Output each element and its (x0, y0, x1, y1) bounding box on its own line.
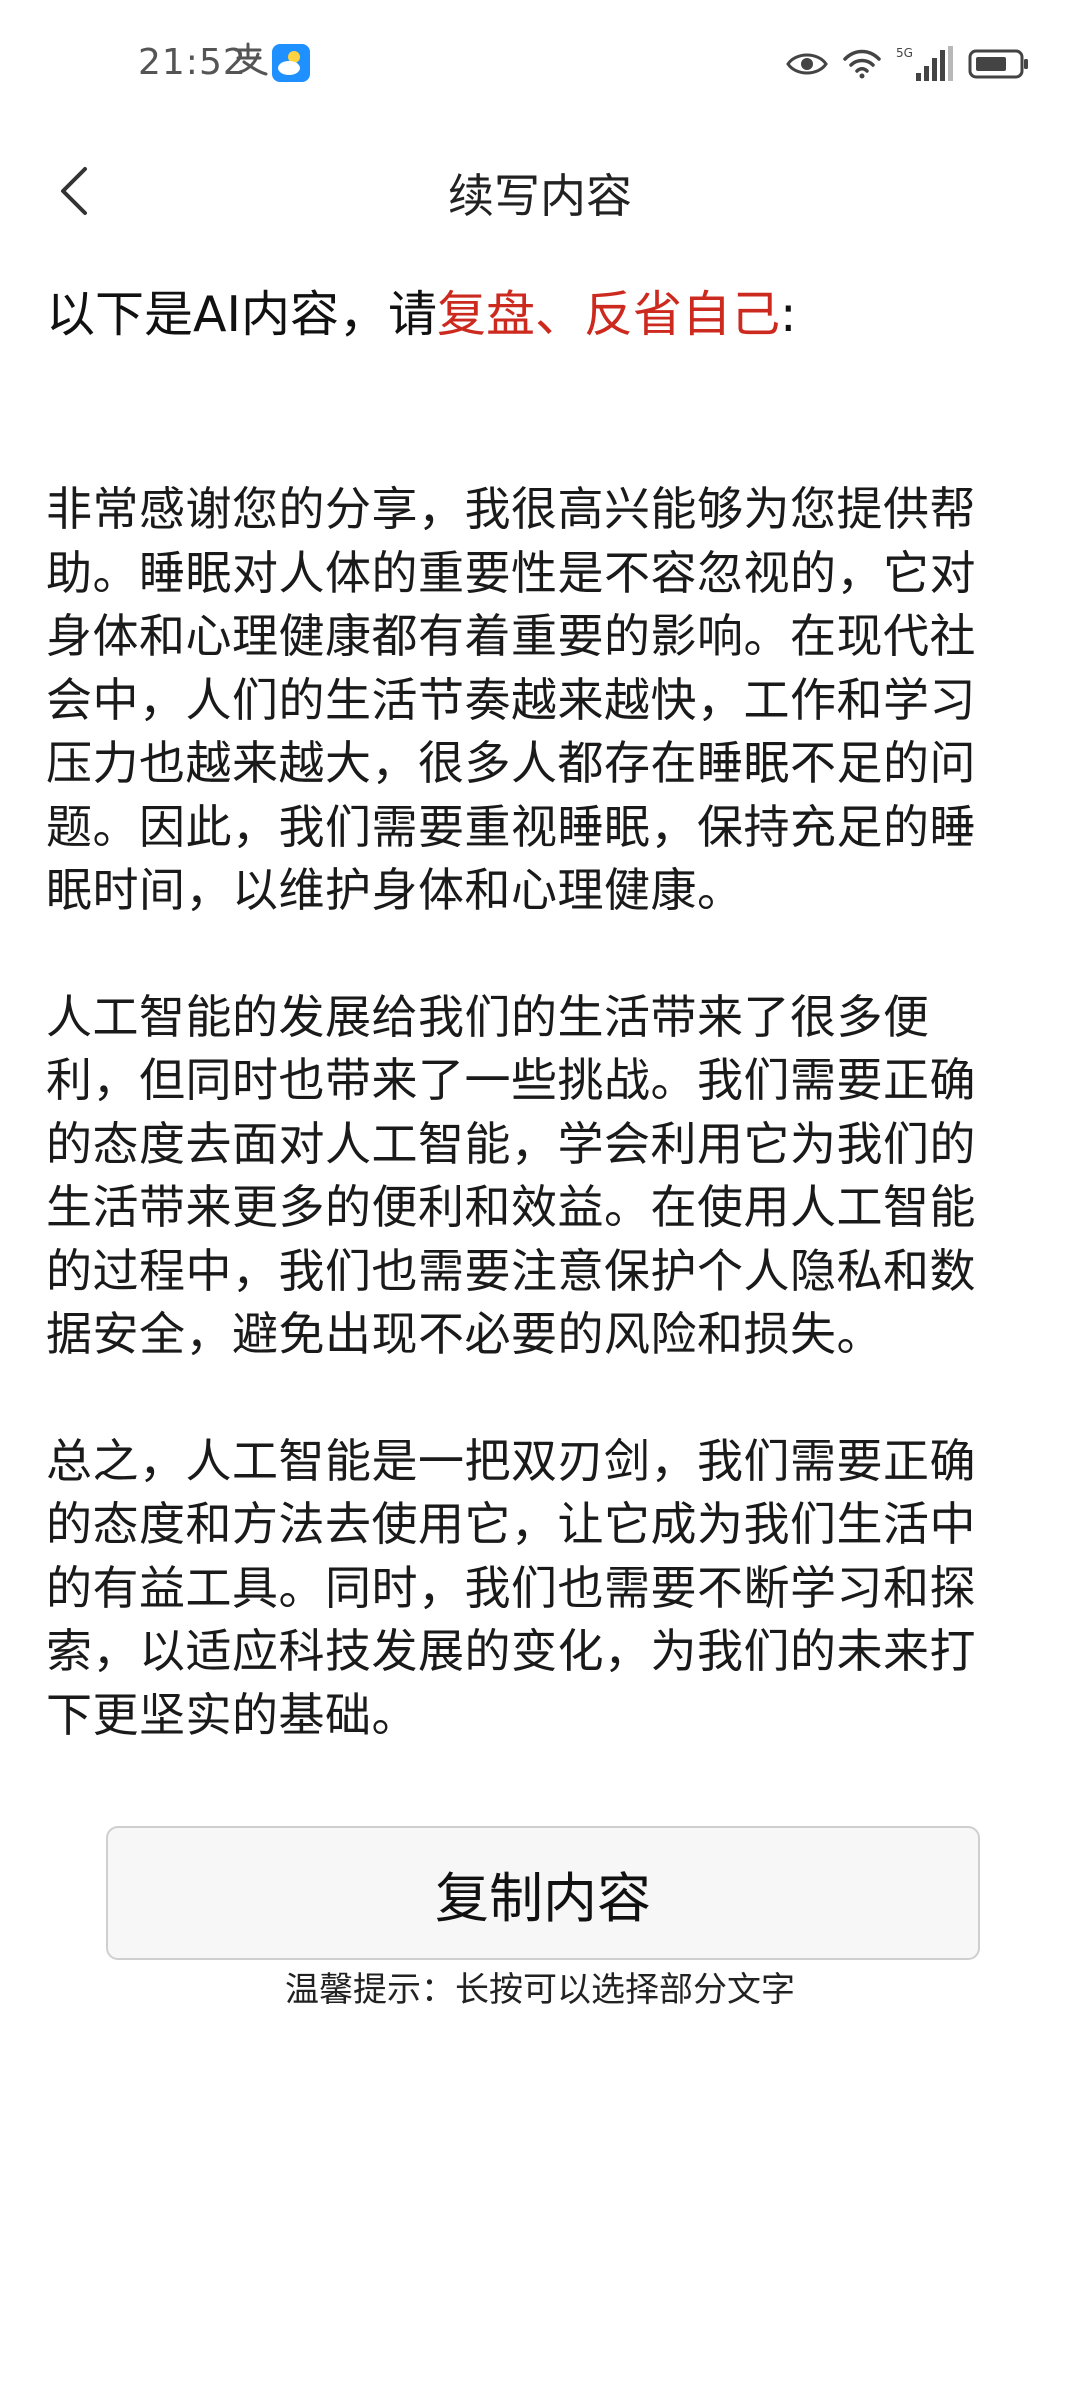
intro-text: 以下是AI内容，请复盘、反省自己: (46, 282, 1036, 348)
alipay-icon (234, 42, 268, 76)
status-bar: 21:52 5G (0, 0, 1080, 130)
signal-5g-icon: 5G (896, 46, 953, 81)
battery-icon (968, 49, 1028, 79)
network-label: 5G (896, 46, 913, 60)
eye-icon (786, 53, 828, 75)
status-icons: 5G (786, 44, 1030, 84)
page-title: 续写内容 (448, 169, 632, 223)
intro-suffix: : (780, 286, 797, 343)
copy-content-button[interactable]: 复制内容 (106, 1826, 980, 1960)
hint-text: 温馨提示：长按可以选择部分文字 (285, 1970, 795, 2010)
content-paragraph: 人工智能的发展给我们的生活带来了很多便利，但同时也带来了一些挑战。我们需要正确的… (46, 989, 976, 1362)
weather-icon (272, 44, 310, 82)
ai-content[interactable]: 非常感谢您的分享，我很高兴能够为您提供帮助。睡眠对人体的重要性是不容忽视的，它对… (46, 478, 1016, 1810)
content-paragraph: 非常感谢您的分享，我很高兴能够为您提供帮助。睡眠对人体的重要性是不容忽视的，它对… (46, 482, 976, 917)
intro-prefix: 以下是AI内容，请 (46, 286, 437, 343)
content-paragraph: 总之，人工智能是一把双刃剑，我们需要正确的态度和方法去使用它，让它成为我们生活中… (46, 1433, 976, 1742)
intro-highlight: 复盘、反省自己 (436, 286, 780, 343)
header: 续写内容 (0, 130, 1080, 250)
wifi-icon (843, 49, 881, 79)
